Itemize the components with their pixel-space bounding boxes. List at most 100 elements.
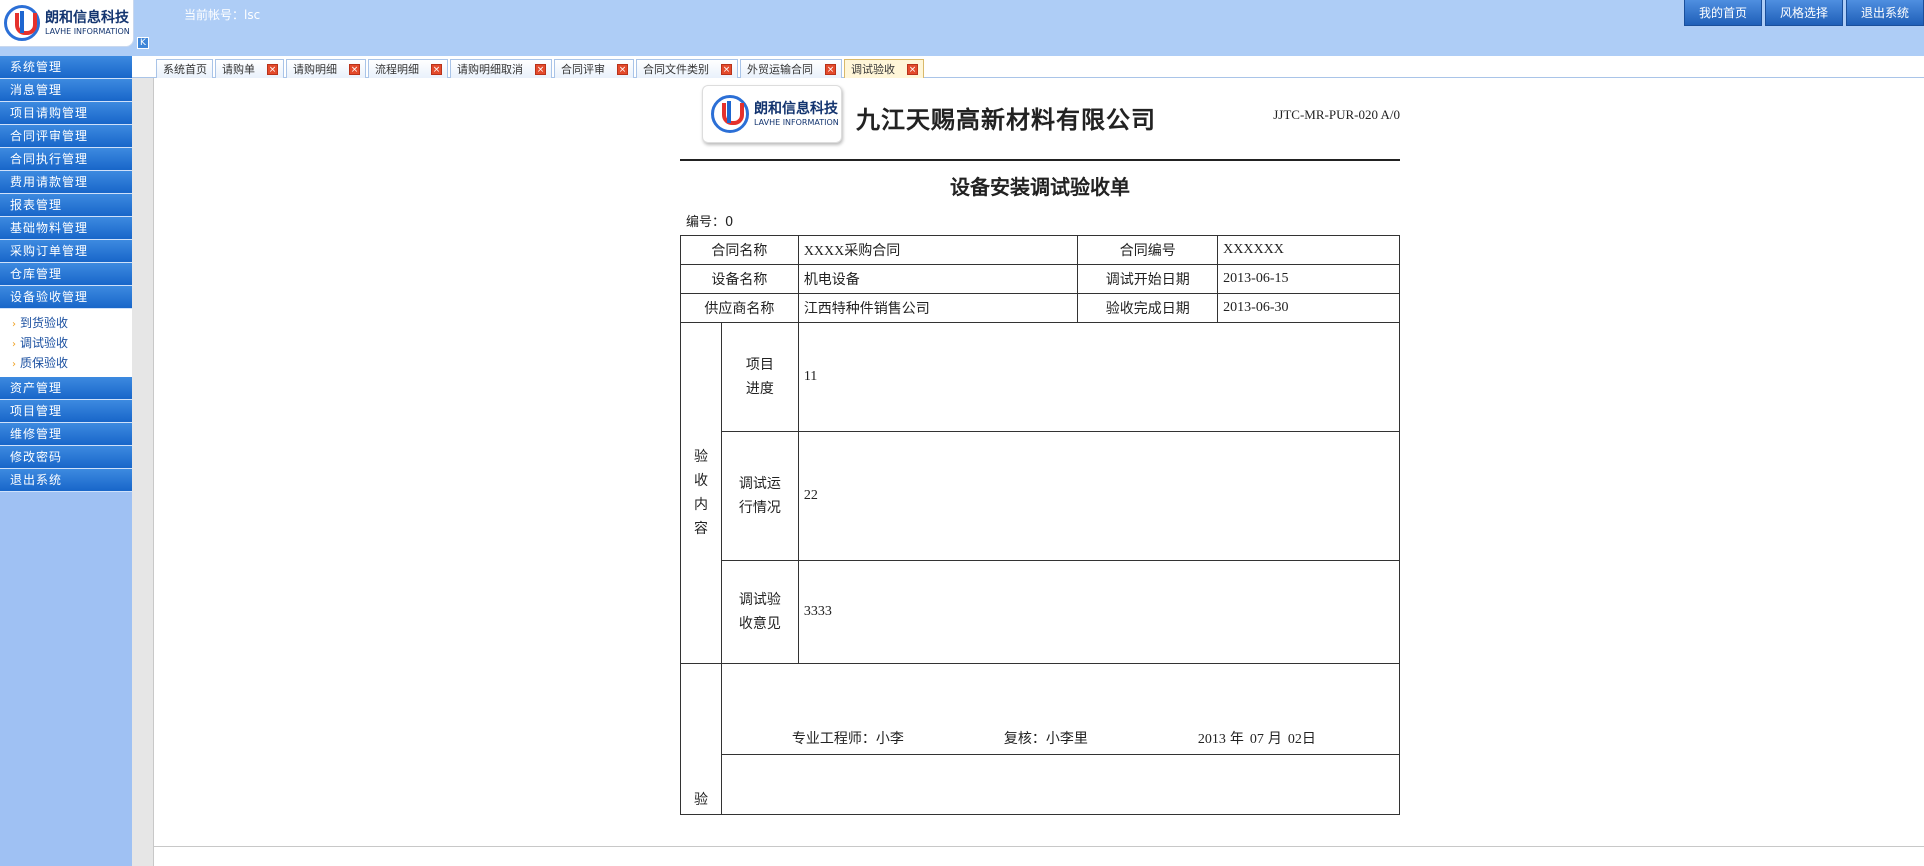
vertical-char: 验 — [693, 792, 708, 808]
tab-label: 系统首页 — [163, 62, 207, 76]
company-name: 九江天赐高新材料有限公司 — [856, 105, 1156, 134]
tab-contract-review[interactable]: 合同评审 × — [554, 59, 634, 78]
sub-arrival-acceptance[interactable]: › 到货验收 — [0, 313, 132, 333]
engineer-value: 小李 — [875, 731, 904, 747]
document-logo: 朗和信息科技 LAVHE INFORMATION — [702, 85, 842, 143]
logo-chinese-text: 朗和信息科技 — [754, 100, 838, 117]
close-icon[interactable]: × — [825, 63, 836, 75]
equipment-name-value: 机电设备 — [797, 264, 1079, 294]
signature-cell: 专业工程师： 小李 复核： 小李里 2013 年 07 月 02 日 — [720, 663, 1401, 755]
tab-system-home[interactable]: 系统首页 — [156, 59, 213, 78]
tab-foreign-transport-contract[interactable]: 外贸运输合同 × — [740, 59, 842, 78]
left-nav: 系统管理 消息管理 项目请购管理 合同评审管理 合同执行管理 费用请款管理 报表… — [0, 56, 132, 866]
nav-exit-system[interactable]: 退出系统 — [0, 469, 132, 492]
tab-contract-file-category[interactable]: 合同文件类别 × — [636, 59, 738, 78]
sub-item-label: 质保验收 — [20, 356, 69, 370]
acceptance-complete-value: 2013-06-30 — [1217, 293, 1400, 323]
nav-change-password[interactable]: 修改密码 — [0, 446, 132, 469]
sign-month: 07 — [1249, 732, 1264, 747]
acceptance-complete-label: 验收完成日期 — [1077, 293, 1219, 323]
content-area: 朗和信息科技 LAVHE INFORMATION 九江天赐高新材料有限公司 JJ… — [154, 79, 1924, 845]
close-icon[interactable]: × — [535, 63, 546, 75]
table-row: 调试运 行情况 22 — [681, 431, 1401, 561]
close-icon[interactable]: × — [349, 63, 360, 75]
document-header: 朗和信息科技 LAVHE INFORMATION 九江天赐高新材料有限公司 JJ… — [680, 82, 1400, 161]
nav-contract-execution[interactable]: 合同执行管理 — [0, 148, 132, 171]
tab-requisition-cancel[interactable]: 请购明细取消 × — [450, 59, 552, 78]
chevron-right-icon: › — [12, 319, 16, 330]
close-icon[interactable]: × — [721, 63, 732, 75]
sub-item-label: 到货验收 — [20, 316, 69, 330]
supplier-name-label: 供应商名称 — [680, 293, 799, 323]
nav-purchase-orders[interactable]: 采购订单管理 — [0, 240, 132, 263]
nav-equipment-acceptance[interactable]: 设备验收管理 — [0, 286, 132, 309]
engineer-label: 专业工程师： — [791, 731, 876, 747]
tab-requisition-detail[interactable]: 请购明细 × — [286, 59, 366, 78]
left-gutter — [132, 56, 154, 866]
table-row: 调试验 收意见 3333 — [681, 560, 1401, 664]
label-line: 进度 — [745, 381, 774, 397]
tab-label: 流程明细 — [375, 62, 419, 76]
current-account: 当前帐号：lsc — [184, 6, 260, 23]
app-window: 朗和信息科技 LAVHE INFORMATION 当前帐号：lsc 我的首页 风… — [0, 0, 1924, 866]
document-title: 设备安装调试验收单 — [950, 175, 1130, 199]
supplier-name-value: 江西特种件销售公司 — [797, 293, 1079, 323]
acceptance-opinion-value: 3333 — [797, 560, 1401, 664]
commission-start-label: 调试开始日期 — [1077, 264, 1219, 294]
close-icon[interactable]: × — [267, 63, 278, 75]
vertical-char: 容 — [693, 521, 708, 537]
nav-system-management[interactable]: 系统管理 — [0, 56, 132, 79]
contract-name-value: XXXX采购合同 — [797, 235, 1079, 265]
label-line: 收意见 — [738, 616, 781, 632]
vertical-char: 验 — [693, 449, 708, 465]
acceptance-content-label: 验 收 内 容 — [680, 322, 722, 664]
my-homepage-button[interactable]: 我的首页 — [1683, 0, 1762, 26]
close-icon[interactable]: × — [907, 63, 918, 75]
style-select-button[interactable]: 风格选择 — [1764, 0, 1843, 26]
nav-basic-materials[interactable]: 基础物料管理 — [0, 217, 132, 240]
project-progress-value: 11 — [797, 322, 1401, 432]
document-code: JJTC-MR-PUR-020 A/0 — [1273, 107, 1400, 122]
logo-chinese-text: 朗和信息科技 — [45, 9, 129, 26]
nav-warehouse[interactable]: 仓库管理 — [0, 263, 132, 286]
equipment-acceptance-submenu: › 到货验收 › 调试验收 › 质保验收 — [0, 309, 132, 377]
table-row: 设备名称 机电设备 调试开始日期 2013-06-15 — [680, 264, 1400, 294]
label-line: 调试运 — [738, 476, 781, 492]
sub-commissioning-acceptance[interactable]: › 调试验收 — [0, 333, 132, 353]
nav-maintenance[interactable]: 维修管理 — [0, 423, 132, 446]
contract-number-value: XXXXXX — [1217, 235, 1400, 265]
nav-asset-management[interactable]: 资产管理 — [0, 377, 132, 400]
close-icon[interactable]: × — [617, 63, 628, 75]
account-value: lsc — [244, 8, 261, 22]
top-button-group: 我的首页 风格选择 退出系统 — [1681, 0, 1924, 26]
brand-mark-icon — [4, 5, 40, 41]
collapse-sidebar-icon[interactable]: K — [137, 37, 149, 49]
signature-row: 专业工程师： 小李 复核： 小李里 2013 年 07 月 02 日 — [722, 664, 1399, 754]
number-value: 0 — [725, 215, 734, 230]
commission-start-value: 2013-06-15 — [1217, 264, 1400, 294]
nav-project-requisition[interactable]: 项目请购管理 — [0, 102, 132, 125]
brand-logo: 朗和信息科技 LAVHE INFORMATION — [0, 0, 134, 47]
tab-label: 请购明细 — [293, 62, 337, 76]
tab-flow-detail[interactable]: 流程明细 × — [368, 59, 448, 78]
tab-requisition[interactable]: 请购单 × — [215, 59, 284, 78]
nav-project-management[interactable]: 项目管理 — [0, 400, 132, 423]
label-line: 行情况 — [738, 500, 781, 516]
table-row — [681, 754, 1401, 815]
nav-expense-request[interactable]: 费用请款管理 — [0, 171, 132, 194]
commission-operation-value: 22 — [797, 431, 1401, 561]
acceptance-form-document: 朗和信息科技 LAVHE INFORMATION 九江天赐高新材料有限公司 JJ… — [680, 82, 1401, 815]
bottom-border — [154, 846, 1924, 847]
table-row: 合同名称 XXXX采购合同 合同编号 XXXXXX — [680, 235, 1400, 265]
nav-message-management[interactable]: 消息管理 — [0, 79, 132, 102]
document-number: 编号：0 — [686, 211, 1400, 230]
tab-label: 外贸运输合同 — [747, 62, 813, 76]
tab-commissioning-acceptance[interactable]: 调试验收 × — [844, 59, 924, 78]
sub-warranty-acceptance[interactable]: › 质保验收 — [0, 353, 132, 373]
nav-reports[interactable]: 报表管理 — [0, 194, 132, 217]
logout-button[interactable]: 退出系统 — [1845, 0, 1924, 26]
table-row: 供应商名称 江西特种件销售公司 验收完成日期 2013-06-30 — [680, 293, 1400, 323]
reviewer-value: 小李里 — [1045, 731, 1088, 747]
nav-contract-review[interactable]: 合同评审管理 — [0, 125, 132, 148]
close-icon[interactable]: × — [431, 63, 442, 75]
